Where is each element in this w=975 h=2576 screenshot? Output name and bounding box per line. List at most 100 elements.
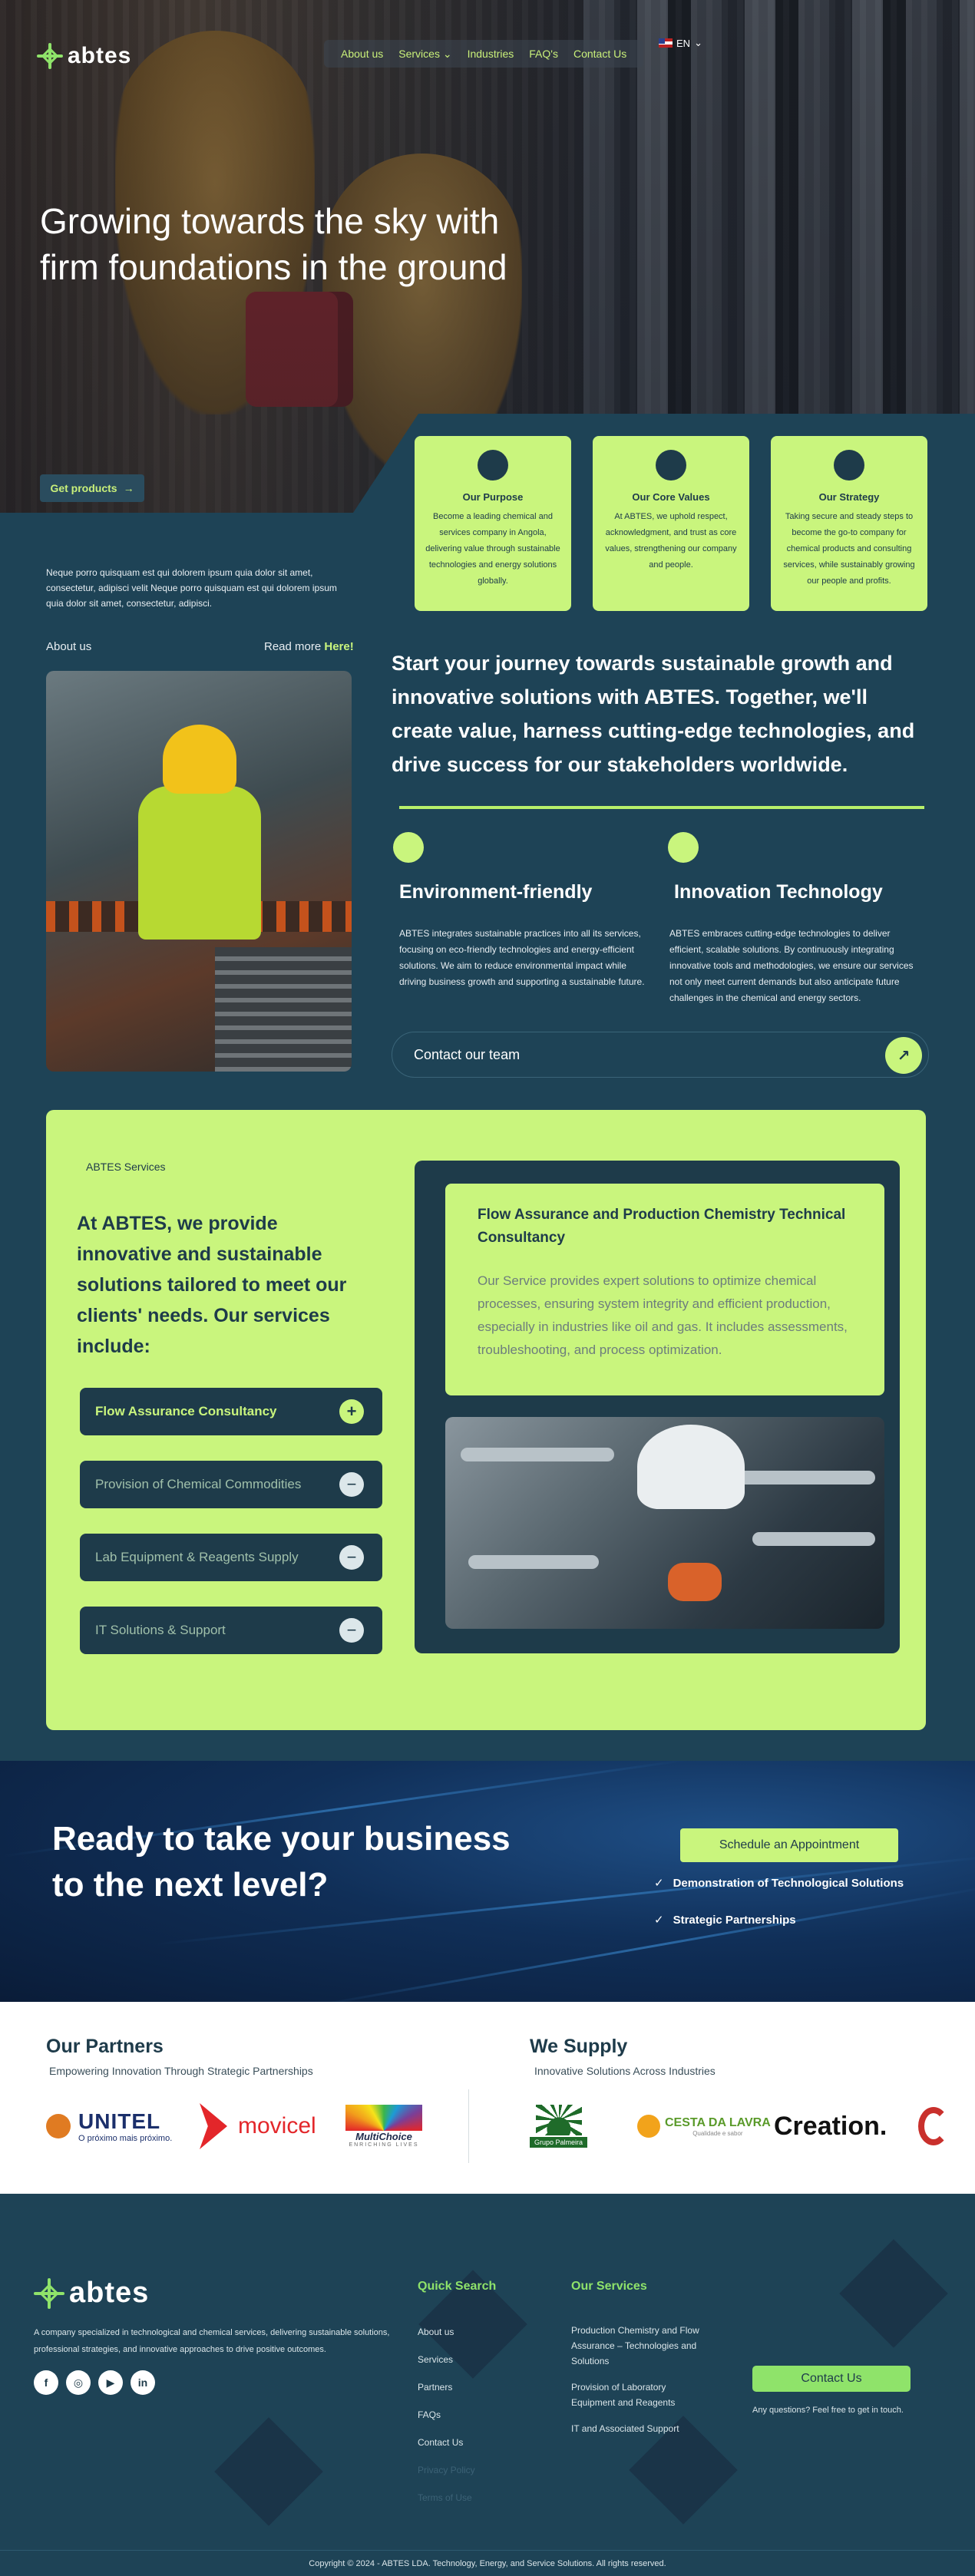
youtube-icon[interactable]: ▶ — [98, 2370, 123, 2395]
arrow-right-icon: → — [123, 482, 134, 494]
service-technician-image — [445, 1417, 884, 1629]
service-item-lab-equipment[interactable]: Lab Equipment & Reagents Supply − — [80, 1534, 382, 1581]
card-text: At ABTES, we uphold respect, acknowledgm… — [605, 512, 737, 570]
card-icon — [478, 450, 508, 481]
read-more-link[interactable]: Read more Here! — [264, 640, 354, 653]
lead-statement: Start your journey towards sustainable g… — [392, 652, 915, 776]
footer-link-contact[interactable]: Contact Us — [418, 2435, 463, 2450]
our-services-title: Our Services — [571, 2280, 647, 2293]
check-icon: ✓ — [654, 1877, 664, 1890]
partial-logo — [918, 2099, 949, 2154]
partners-title: Our Partners — [46, 2036, 164, 2057]
footer-service-link[interactable]: Production Chemistry and Flow Assurance … — [571, 2323, 709, 2369]
social-links: f ◎ ▶ in — [34, 2370, 155, 2395]
logo-star-icon — [37, 43, 63, 69]
minus-icon: − — [339, 1618, 364, 1643]
plus-icon: + — [339, 1399, 364, 1424]
chevron-down-icon: ⌄ — [694, 37, 702, 48]
cta-section: Ready to take your business to the next … — [0, 1761, 975, 2002]
card-icon — [834, 450, 864, 481]
footer-link-partners[interactable]: Partners — [418, 2379, 452, 2395]
linkedin-icon[interactable]: in — [131, 2370, 155, 2395]
service-item-it-solutions[interactable]: IT Solutions & Support − — [80, 1607, 382, 1654]
service-item-flow-assurance[interactable]: Flow Assurance Consultancy + — [80, 1388, 382, 1435]
check-icon: ✓ — [654, 1914, 664, 1927]
cesta-da-lavra-logo[interactable]: CESTA DA LAVRA Qualidade e sabor — [637, 2099, 771, 2154]
cta-check-item: ✓ Strategic Partnerships — [654, 1914, 796, 1927]
logo-wordmark: abtes — [68, 43, 132, 68]
partners-section: Our Partners Empowering Innovation Throu… — [0, 2002, 975, 2194]
grupo-palmeira-logo[interactable]: Grupo Palmeira — [530, 2099, 588, 2154]
service-item-chemical-commodities[interactable]: Provision of Chemical Commodities − — [80, 1461, 382, 1508]
footer-link-about[interactable]: About us — [418, 2324, 454, 2340]
service-detail-panel: Flow Assurance and Production Chemistry … — [415, 1161, 900, 1653]
card-icon — [656, 450, 686, 481]
intro-text: Neque porro quisquam est qui dolorem ips… — [46, 567, 337, 609]
contact-team-button[interactable]: Contact our team ↗ — [392, 1032, 929, 1078]
schedule-appointment-button[interactable]: Schedule an Appointment — [680, 1828, 898, 1862]
contact-team-label: Contact our team — [414, 1046, 521, 1062]
card-title: Our Purpose — [462, 491, 524, 503]
card-title: Our Core Values — [632, 491, 710, 503]
movicel-logo[interactable]: movicel — [200, 2099, 316, 2154]
nav-industries[interactable]: Industries — [468, 48, 514, 60]
footer-service-link[interactable]: Provision of Laboratory Equipment and Re… — [571, 2379, 702, 2410]
footer-service-link[interactable]: IT and Associated Support — [571, 2421, 709, 2436]
instagram-icon[interactable]: ◎ — [66, 2370, 91, 2395]
supply-title: We Supply — [530, 2036, 628, 2057]
footer-contact-button[interactable]: Contact Us — [752, 2366, 911, 2392]
facebook-icon[interactable]: f — [34, 2370, 58, 2395]
feature-title: Innovation Technology — [674, 881, 883, 903]
unitel-mark-icon — [46, 2114, 71, 2138]
basket-icon — [637, 2115, 660, 2138]
footer-link-terms[interactable]: Terms of Use — [418, 2490, 472, 2505]
engineer-image — [46, 671, 352, 1072]
card-text: Taking secure and steady steps to become… — [783, 512, 915, 586]
footer-link-privacy[interactable]: Privacy Policy — [418, 2462, 475, 2478]
footer-logo[interactable]: abtes — [34, 2277, 149, 2310]
cta-check-item: ✓ Demonstration of Technological Solution… — [654, 1877, 904, 1890]
strategy-card: Our Strategy Taking secure and steady st… — [771, 436, 927, 611]
feature-text: ABTES integrates sustainable practices i… — [399, 928, 645, 987]
language-selector[interactable]: EN ⌄ — [659, 37, 702, 49]
arrow-up-right-icon: ↗ — [885, 1037, 922, 1074]
service-detail-text: Our Service provides expert solutions to… — [478, 1273, 848, 1357]
partners-subtitle: Empowering Innovation Through Strategic … — [49, 2065, 313, 2077]
footer-description: A company specialized in technological a… — [34, 2328, 390, 2354]
us-flag-icon — [659, 38, 673, 48]
nav-services[interactable]: Services ⌄ — [398, 48, 451, 61]
site-footer: abtes A company specialized in technolog… — [0, 2194, 975, 2576]
service-detail-box: Flow Assurance and Production Chemistry … — [445, 1184, 884, 1395]
card-title: Our Strategy — [818, 491, 880, 503]
cta-title: Ready to take your business to the next … — [52, 1820, 511, 1904]
minus-icon: − — [339, 1545, 364, 1570]
nav-about-us[interactable]: About us — [341, 48, 383, 60]
services-label: ABTES Services — [86, 1161, 166, 1173]
feature-text: ABTES embraces cutting-edge technologies… — [669, 928, 914, 1003]
creation-logo[interactable]: Creation. — [774, 2099, 887, 2154]
site-logo[interactable]: abtes — [37, 43, 131, 69]
leaf-icon — [393, 832, 424, 863]
footer-link-services[interactable]: Services — [418, 2352, 453, 2367]
services-section: ABTES Services At ABTES, we provide inno… — [46, 1110, 926, 1730]
quick-search-title: Quick Search — [418, 2280, 497, 2293]
supply-subtitle: Innovative Solutions Across Industries — [534, 2065, 716, 2077]
minus-icon: − — [339, 1472, 364, 1497]
multichoice-logo[interactable]: MultiChoice ENRICHING LIVES — [345, 2099, 422, 2154]
main-nav: About us Services ⌄ Industries FAQ's Con… — [324, 40, 644, 68]
language-label: EN — [676, 37, 691, 49]
about-us-label: About us — [46, 640, 92, 653]
divider — [399, 806, 924, 809]
footer-link-faqs[interactable]: FAQs — [418, 2407, 441, 2422]
nav-services-label: Services — [398, 47, 440, 60]
purpose-card: Our Purpose Become a leading chemical an… — [415, 436, 571, 611]
nav-faqs[interactable]: FAQ's — [529, 48, 558, 60]
unitel-logo[interactable]: UNITEL O próximo mais próximo. — [46, 2099, 172, 2154]
get-products-label: Get products — [50, 482, 117, 494]
nav-contact-us[interactable]: Contact Us — [573, 48, 626, 60]
get-products-button[interactable]: Get products → — [40, 474, 144, 502]
service-detail-title: Flow Assurance and Production Chemistry … — [478, 1207, 846, 1246]
card-text: Become a leading chemical and services c… — [425, 512, 560, 586]
footer-contact-note: Any questions? Feel free to get in touch… — [752, 2406, 904, 2415]
innovation-icon — [668, 832, 699, 863]
